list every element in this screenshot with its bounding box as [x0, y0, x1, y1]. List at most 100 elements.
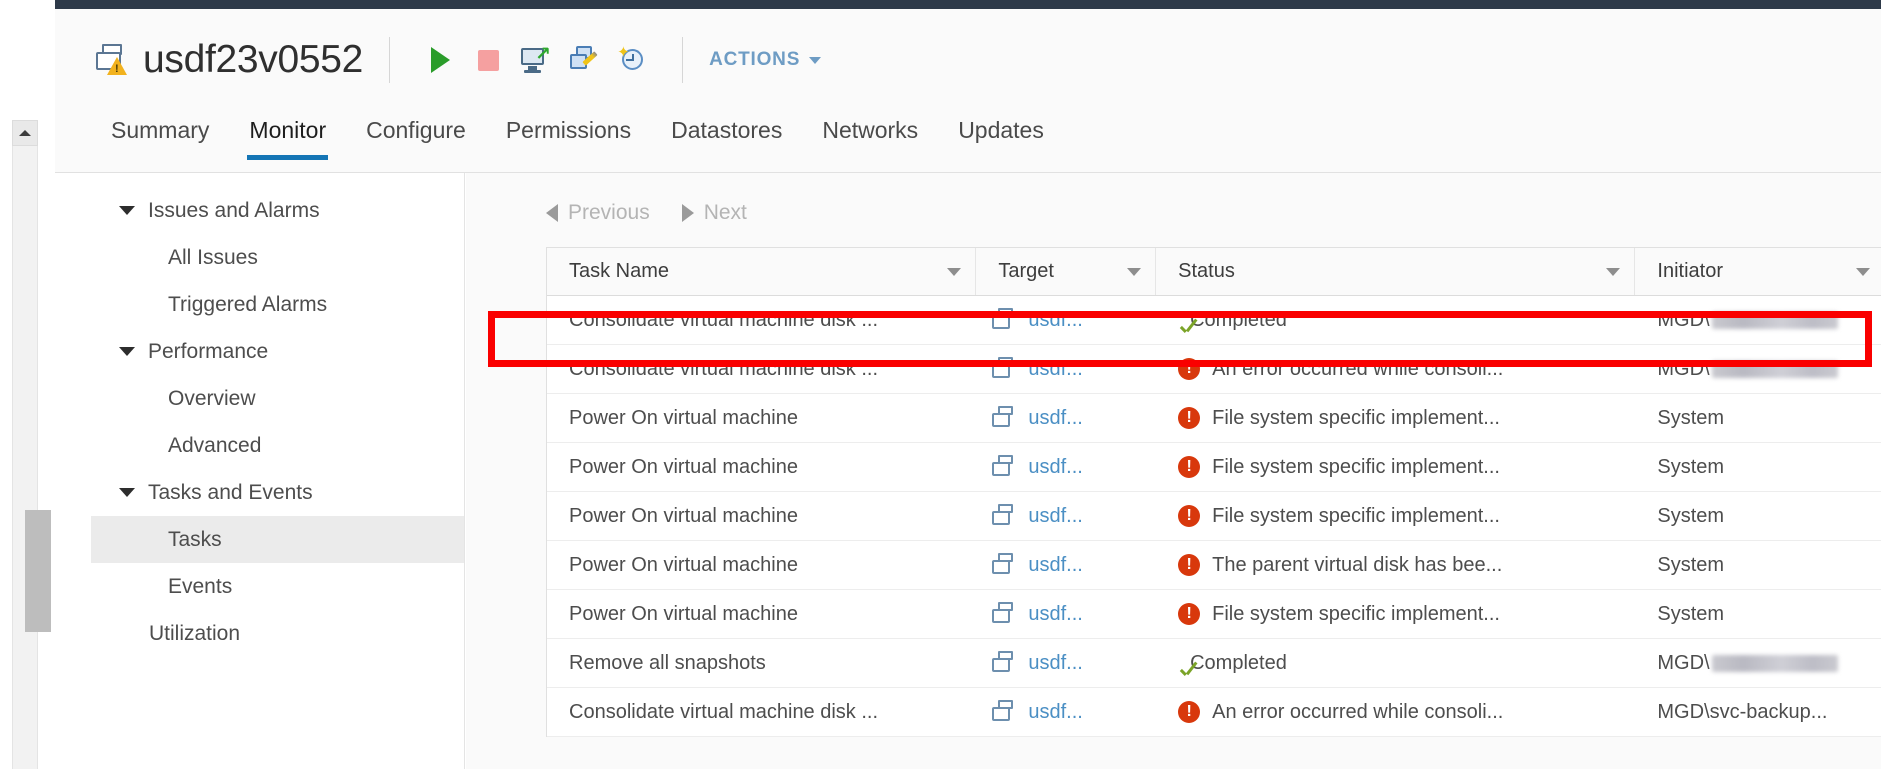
- tab-monitor[interactable]: Monitor: [229, 111, 346, 160]
- target-link[interactable]: usdf...: [1028, 603, 1082, 626]
- target-link[interactable]: usdf...: [1028, 505, 1082, 528]
- sidebar-group-tasks-and-events[interactable]: Tasks and Events: [91, 469, 464, 516]
- status-text: An error occurred while consoli...: [1212, 701, 1503, 724]
- table-row[interactable]: Consolidate virtual machine disk ...usdf…: [547, 345, 1881, 394]
- error-icon: !: [1178, 456, 1200, 478]
- error-icon: !: [1178, 407, 1200, 429]
- caret-down-icon: [119, 206, 135, 215]
- column-header-initiator[interactable]: Initiator: [1635, 248, 1881, 295]
- column-header-task-name[interactable]: Task Name: [547, 248, 976, 295]
- page-scrollbar-thumb[interactable]: [25, 510, 51, 632]
- initiator-text: System: [1657, 603, 1724, 626]
- sidebar-group-issues-and-alarms[interactable]: Issues and Alarms: [91, 187, 464, 234]
- column-label: Initiator: [1657, 260, 1723, 283]
- stop-icon: [478, 50, 499, 71]
- initiator-text: System: [1657, 407, 1724, 430]
- target-link[interactable]: usdf...: [1028, 652, 1082, 675]
- snapshot-clock-icon: ✦: [617, 46, 647, 74]
- power-off-button[interactable]: [464, 37, 512, 83]
- sidebar-group-performance[interactable]: Performance: [91, 328, 464, 375]
- cell-status: !The parent virtual disk has bee...: [1156, 541, 1635, 589]
- table-row[interactable]: Power On virtual machineusdf...!File sys…: [547, 590, 1881, 639]
- table-row[interactable]: Power On virtual machineusdf...!File sys…: [547, 492, 1881, 541]
- target-link[interactable]: usdf...: [1028, 701, 1082, 724]
- cell-status: Completed: [1156, 639, 1635, 687]
- monitor-sidebar: Issues and Alarms All Issues Triggered A…: [91, 173, 465, 769]
- sidebar-item-advanced[interactable]: Advanced: [91, 422, 464, 469]
- previous-label: Previous: [568, 201, 650, 225]
- tab-datastores[interactable]: Datastores: [651, 111, 802, 160]
- cell-target: usdf...: [976, 639, 1156, 687]
- target-link[interactable]: usdf...: [1028, 456, 1082, 479]
- caret-down-icon: [119, 488, 135, 497]
- target-link[interactable]: usdf...: [1028, 554, 1082, 577]
- cell-target: usdf...: [976, 688, 1156, 736]
- sidebar-item-tasks[interactable]: Tasks: [91, 516, 464, 563]
- sidebar-item-all-issues[interactable]: All Issues: [91, 234, 464, 281]
- cell-initiator: MGD\: [1635, 296, 1881, 344]
- sidebar-item-triggered-alarms[interactable]: Triggered Alarms: [91, 281, 464, 328]
- cell-target: usdf...: [976, 541, 1156, 589]
- status-text: Completed: [1190, 309, 1287, 332]
- table-row[interactable]: Power On virtual machineusdf...!File sys…: [547, 394, 1881, 443]
- tab-configure[interactable]: Configure: [346, 111, 486, 160]
- edit-settings-button[interactable]: [560, 37, 608, 83]
- cell-initiator: System: [1635, 541, 1881, 589]
- cell-initiator: System: [1635, 492, 1881, 540]
- error-icon: !: [1178, 701, 1200, 723]
- chevron-down-icon: [1856, 268, 1870, 276]
- table-row[interactable]: Consolidate virtual machine disk ... usdf…: [547, 688, 1881, 737]
- virtual-machine-icon: [992, 651, 1017, 675]
- next-page-button[interactable]: Next: [682, 201, 747, 225]
- chevron-down-icon: [809, 57, 821, 64]
- table-row[interactable]: Consolidate virtual machine disk ...usdf…: [547, 296, 1881, 345]
- page-scrollbar[interactable]: [12, 120, 38, 769]
- tasks-panel: Previous Next Task Name Target: [466, 173, 1881, 769]
- status-text: File system specific implement...: [1212, 407, 1500, 430]
- play-icon: [431, 47, 450, 73]
- cell-target: usdf...: [976, 590, 1156, 638]
- cell-target: usdf...: [976, 345, 1156, 393]
- cell-initiator: MGD\svc-backup...: [1635, 688, 1881, 736]
- cell-status: !File system specific implement...: [1156, 492, 1635, 540]
- launch-console-button[interactable]: ↗: [512, 37, 560, 83]
- cell-task-name: Consolidate virtual machine disk ...: [547, 688, 976, 736]
- table-row[interactable]: Remove all snapshotsusdf...CompletedMGD\…: [547, 639, 1881, 688]
- virtual-machine-icon: [992, 308, 1017, 332]
- cell-status: !An error occurred while consoli...: [1156, 345, 1635, 393]
- tab-updates[interactable]: Updates: [938, 111, 1064, 160]
- table-row[interactable]: Power On virtual machineusdf...!The pare…: [547, 541, 1881, 590]
- target-link[interactable]: usdf...: [1028, 309, 1082, 332]
- initiator-text: MGD\: [1657, 309, 1709, 332]
- pagination-controls: Previous Next: [546, 195, 1881, 231]
- tab-permissions[interactable]: Permissions: [486, 111, 651, 160]
- previous-page-button[interactable]: Previous: [546, 201, 650, 225]
- sidebar-item-utilization[interactable]: Utilization: [91, 610, 464, 657]
- cell-status: !File system specific implement...: [1156, 590, 1635, 638]
- monitor-body: Issues and Alarms All Issues Triggered A…: [55, 173, 1881, 769]
- status-text: File system specific implement...: [1212, 505, 1500, 528]
- tab-summary[interactable]: Summary: [91, 111, 229, 160]
- edit-pencil-icon: [569, 46, 599, 74]
- cell-initiator: MGD\: [1635, 639, 1881, 687]
- power-on-button[interactable]: [416, 37, 464, 83]
- redacted-username: [1712, 655, 1838, 672]
- sidebar-group-label: Issues and Alarms: [148, 199, 320, 223]
- target-link[interactable]: usdf...: [1028, 407, 1082, 430]
- table-body: Consolidate virtual machine disk ... usdf…: [547, 296, 1881, 737]
- column-header-status[interactable]: Status: [1156, 248, 1635, 295]
- table-row[interactable]: Power On virtual machineusdf...!File sys…: [547, 443, 1881, 492]
- redacted-username: [1712, 312, 1838, 329]
- triangle-right-icon: [682, 204, 694, 222]
- cell-status: ! An error occurred while consoli...: [1156, 688, 1635, 736]
- tab-networks[interactable]: Networks: [802, 111, 938, 160]
- virtual-machine-icon: [992, 504, 1017, 528]
- sidebar-item-overview[interactable]: Overview: [91, 375, 464, 422]
- snapshot-button[interactable]: ✦: [608, 37, 656, 83]
- cell-initiator: System: [1635, 590, 1881, 638]
- target-link[interactable]: usdf...: [1028, 358, 1082, 381]
- column-header-target[interactable]: Target: [976, 248, 1156, 295]
- actions-button[interactable]: ACTIONS: [709, 49, 821, 71]
- sidebar-item-events[interactable]: Events: [91, 563, 464, 610]
- page-scroll-up-button[interactable]: [12, 120, 38, 146]
